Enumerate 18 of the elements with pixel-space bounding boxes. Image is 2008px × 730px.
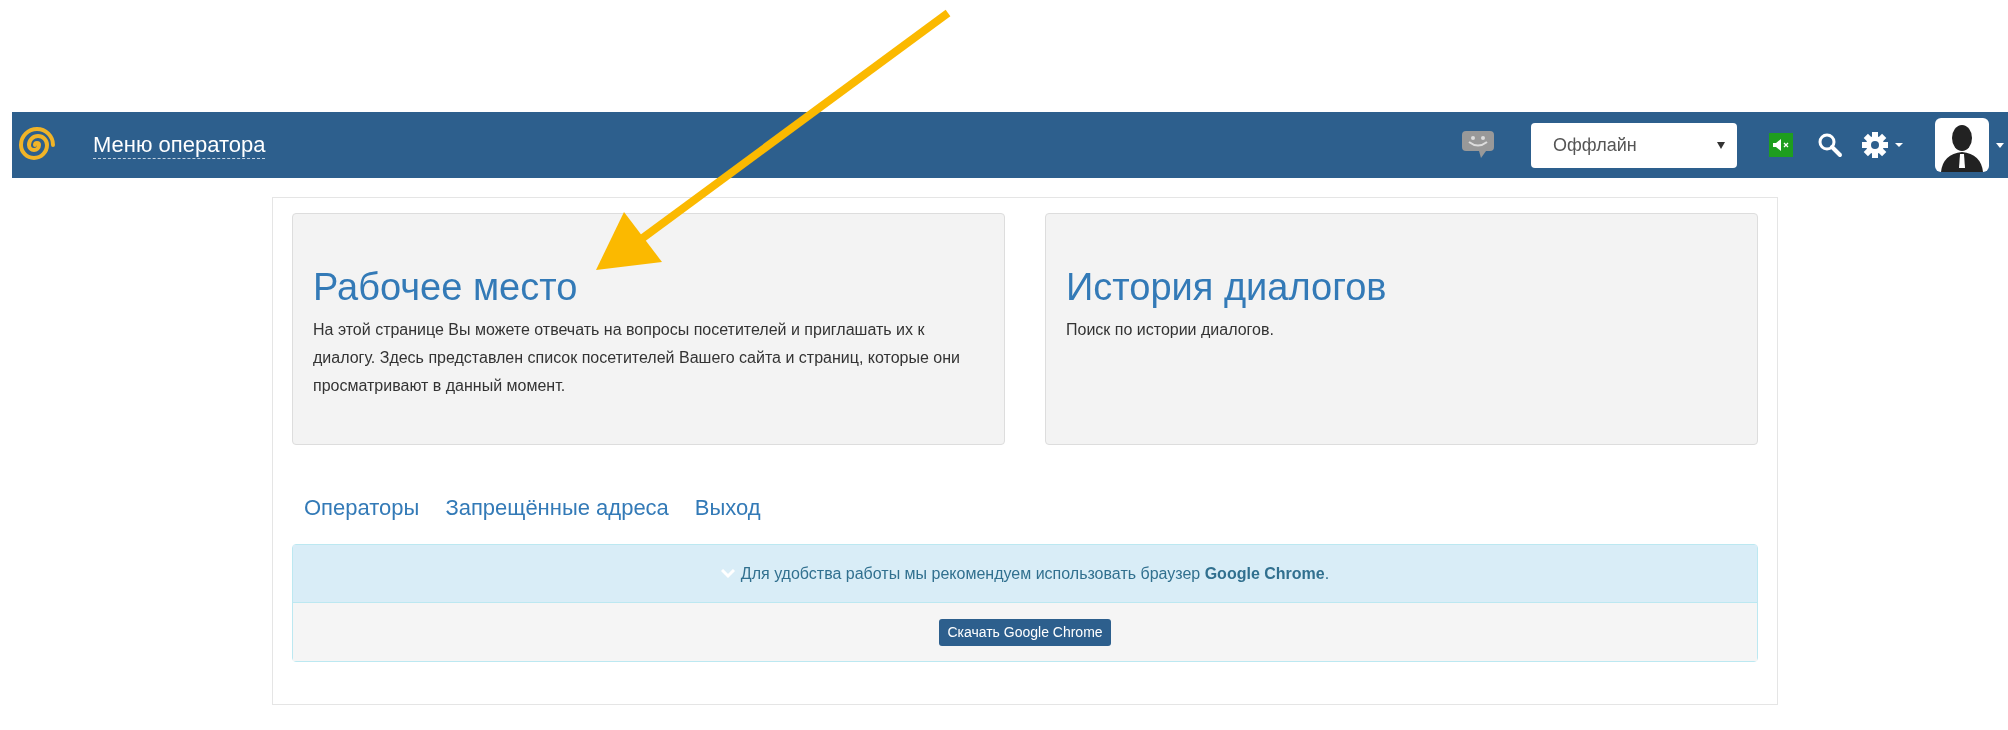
chevron-down-icon bbox=[720, 568, 735, 579]
mute-icon[interactable] bbox=[1769, 133, 1793, 157]
alert-text: Для удобства работы мы рекомендуем использовать браузер Google Chrome. bbox=[740, 563, 1330, 584]
card-title-link[interactable]: История диалогов bbox=[1066, 264, 1737, 310]
download-chrome-button[interactable]: Скачать Google Chrome bbox=[939, 618, 1111, 646]
navbar-title-link[interactable]: Меню оператора bbox=[93, 131, 266, 159]
status-select[interactable]: Оффлайн bbox=[1531, 122, 1737, 168]
user-avatar[interactable] bbox=[1935, 118, 1989, 172]
nav-link[interactable]: Операторы bbox=[304, 491, 420, 524]
dropdown-caret-icon[interactable] bbox=[1996, 142, 2004, 148]
search-icon[interactable] bbox=[1817, 132, 1843, 158]
nav-link[interactable]: Выход bbox=[694, 491, 761, 524]
card-description: Поиск по истории диалогов. bbox=[1066, 320, 1275, 340]
dropdown-caret-icon bbox=[1717, 141, 1725, 149]
card-title-link[interactable]: Рабочее место bbox=[313, 264, 984, 310]
settings-icon[interactable] bbox=[1861, 131, 1905, 159]
nav-link[interactable]: Запрещённые адреса bbox=[445, 491, 669, 524]
card-description: На этой странице Вы можете отвечать на вопросы посетителей и приглашать их к диалогу. Здесь представлен список посетителей Вашего сайта и страниц, которые они просматривают в данный момент. bbox=[313, 320, 961, 396]
